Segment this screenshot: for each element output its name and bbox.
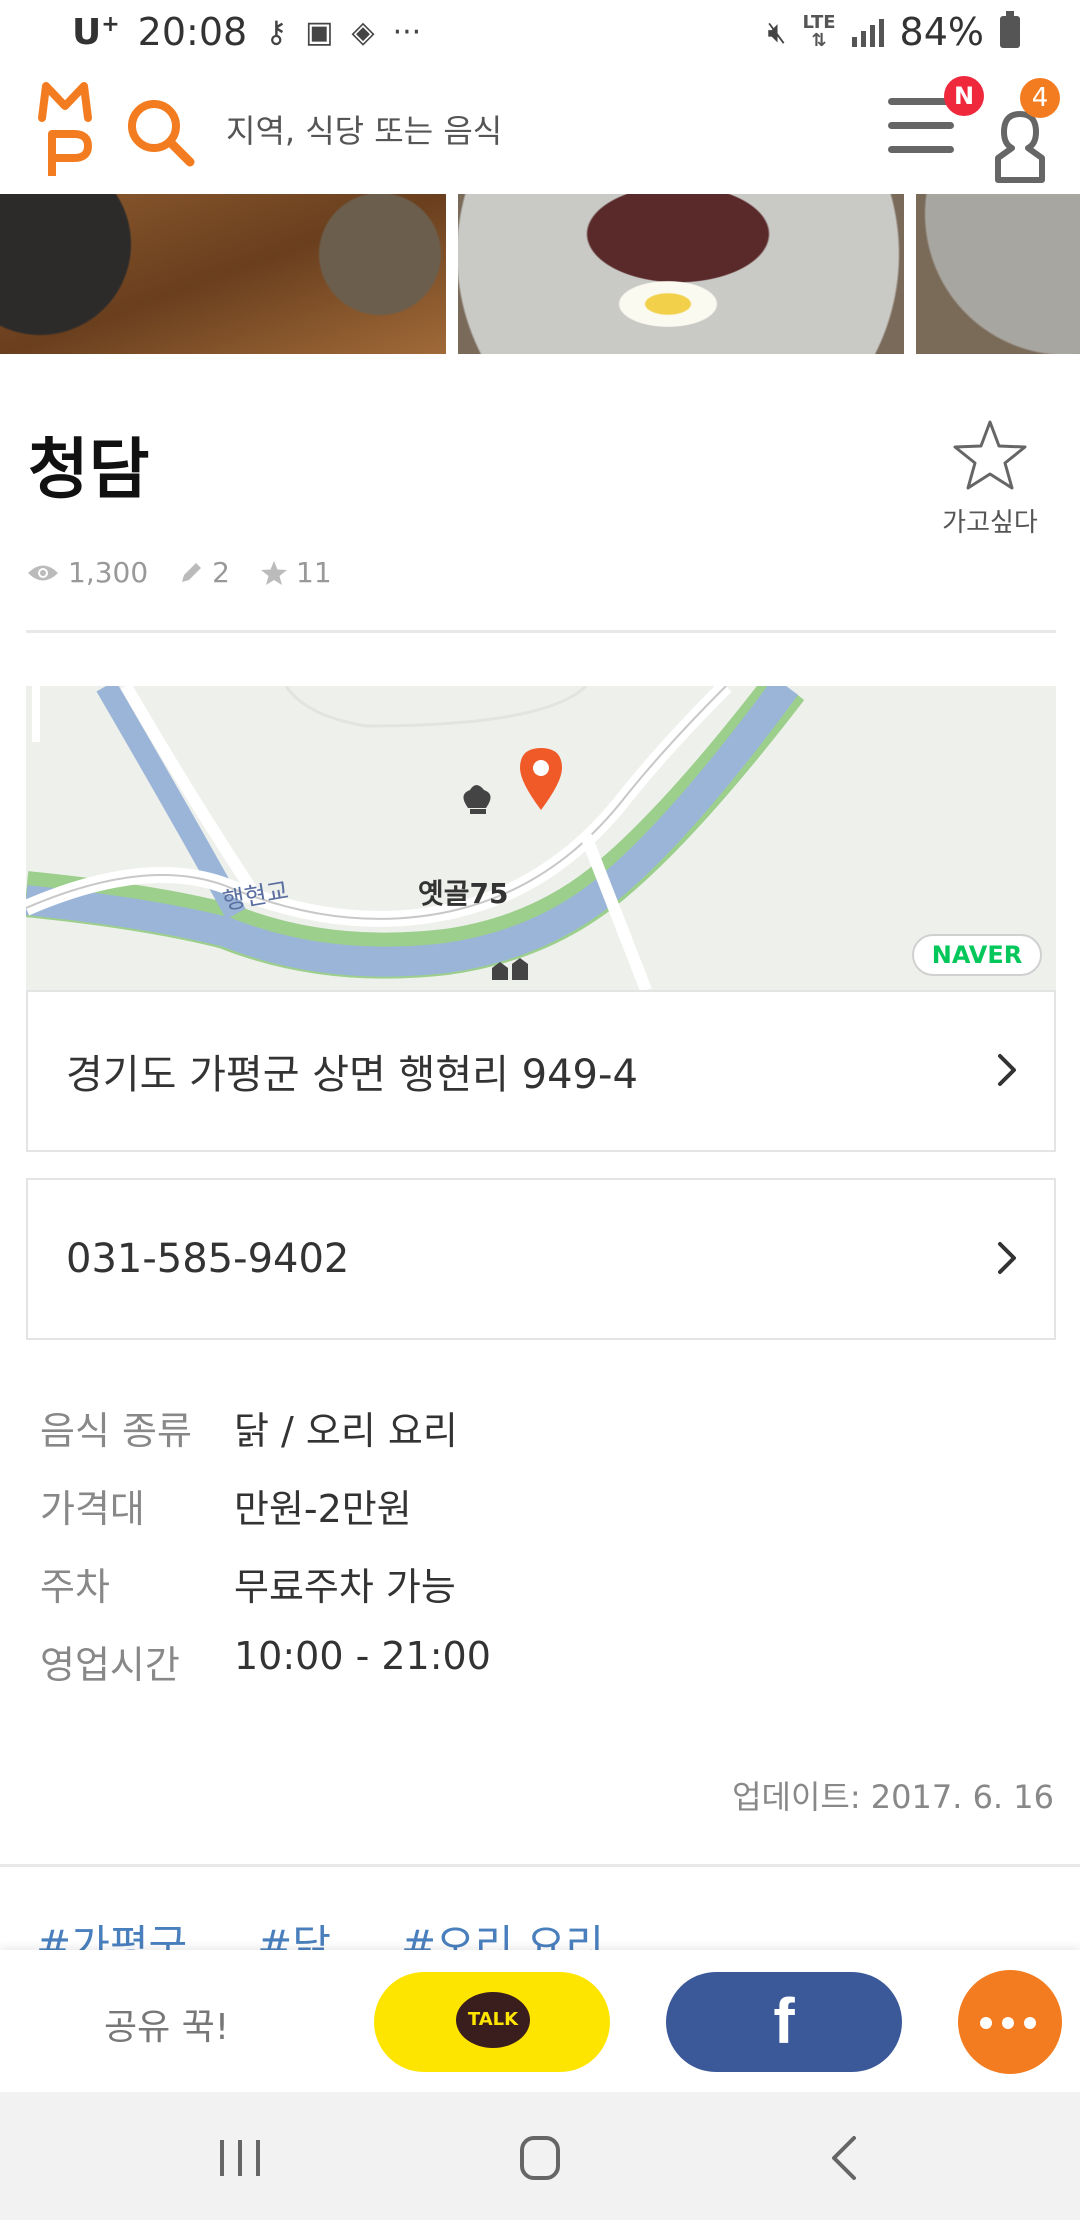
network-type: LTE ⇅ xyxy=(802,12,836,51)
back-icon[interactable] xyxy=(816,2130,876,2186)
share-bar: 공유 꾹! TALK f xyxy=(0,1950,1080,2092)
facebook-share-button[interactable]: f xyxy=(666,1972,902,2072)
logo-icon[interactable] xyxy=(36,80,94,180)
phone-text: 031-585-9402 xyxy=(66,1236,350,1282)
star-small-icon xyxy=(261,560,287,585)
review-count: 2 xyxy=(212,556,230,589)
carrier-label: U+ xyxy=(72,11,120,53)
menu-new-badge: N xyxy=(944,76,984,116)
battery-icon xyxy=(1000,11,1020,48)
detail-row: 가격대 만원-2만원 xyxy=(40,1478,940,1538)
more-icon xyxy=(980,2017,1036,2029)
status-bar: U+ 20:08 ⚷ ▣ ◈ ··· 🔇︎ LTE ⇅ 84% xyxy=(0,0,1080,66)
pencil-icon xyxy=(182,562,202,582)
status-time: 20:08 xyxy=(137,10,248,54)
pill-icon: ◈ xyxy=(351,14,375,50)
chevron-right-icon xyxy=(998,1054,1016,1086)
restaurant-name: 청담 xyxy=(28,431,150,508)
home-icon[interactable] xyxy=(510,2130,570,2186)
phone-card[interactable]: 031-585-9402 xyxy=(26,1178,1056,1340)
photo-strip[interactable] xyxy=(0,194,1080,354)
detail-row: 음식 종류 닭 / 오리 요리 xyxy=(40,1400,940,1460)
detail-label: 주차 xyxy=(40,1565,110,1609)
view-count: 1,300 xyxy=(68,556,149,589)
detail-row: 영업시간 10:00 - 21:00 xyxy=(40,1634,940,1694)
kakaotalk-icon: TALK xyxy=(456,1992,530,2048)
signal-icon xyxy=(851,17,884,47)
share-label: 공유 꾹! xyxy=(104,2007,230,2048)
facebook-icon: f xyxy=(773,1985,795,2057)
naver-badge: NAVER xyxy=(912,934,1042,976)
map-view[interactable]: 옛골75 행현교 NAVER xyxy=(26,686,1056,990)
more-share-button[interactable] xyxy=(958,1970,1062,2074)
detail-label: 가격대 xyxy=(40,1487,145,1531)
image-icon: ▣ xyxy=(305,14,334,50)
address-card[interactable]: 경기도 가평군 상면 행현리 949-4 xyxy=(26,990,1056,1152)
system-nav-bar xyxy=(0,2092,1080,2220)
wish-button[interactable]: 가고싶다 xyxy=(930,418,1050,539)
detail-label: 영업시간 xyxy=(40,1643,180,1687)
kakao-share-button[interactable]: TALK xyxy=(374,1972,610,2072)
divider xyxy=(26,630,1056,633)
recent-apps-icon[interactable] xyxy=(210,2130,270,2186)
more-icon: ··· xyxy=(392,14,422,50)
user-icon[interactable] xyxy=(990,106,1050,186)
food-photo[interactable] xyxy=(458,194,904,354)
wish-count: 11 xyxy=(296,556,332,589)
address-text: 경기도 가평군 상면 행현리 949-4 xyxy=(66,1052,638,1098)
user-count-badge: 4 xyxy=(1020,78,1060,118)
food-photo[interactable] xyxy=(0,194,446,354)
star-icon xyxy=(953,420,1027,490)
mute-icon: 🔇︎ xyxy=(767,14,787,50)
chevron-right-icon xyxy=(998,1242,1016,1274)
detail-value: 무료주차 가능 xyxy=(234,1565,456,1609)
detail-value: 닭 / 오리 요리 xyxy=(234,1409,458,1453)
map-place-label: 옛골75 xyxy=(418,877,509,910)
app-header: N 4 xyxy=(0,66,1080,194)
map-graphic xyxy=(26,686,1056,990)
wish-label: 가고싶다 xyxy=(942,508,1038,538)
detail-value: 10:00 - 21:00 xyxy=(234,1634,491,1678)
updated-date: 업데이트: 2017. 6. 16 xyxy=(732,1778,1054,1816)
detail-row: 주차 무료주차 가능 xyxy=(40,1556,940,1616)
detail-value: 만원-2만원 xyxy=(234,1487,412,1531)
eye-icon xyxy=(28,565,58,580)
food-photo[interactable] xyxy=(916,194,1080,354)
search-input[interactable] xyxy=(226,106,826,156)
divider xyxy=(0,1864,1080,1867)
restaurant-stats: 1,300 2 11 xyxy=(26,556,332,589)
search-icon[interactable] xyxy=(124,96,196,168)
key-icon: ⚷ xyxy=(265,14,288,50)
detail-label: 음식 종류 xyxy=(40,1409,192,1453)
battery-percent: 84% xyxy=(899,10,984,54)
